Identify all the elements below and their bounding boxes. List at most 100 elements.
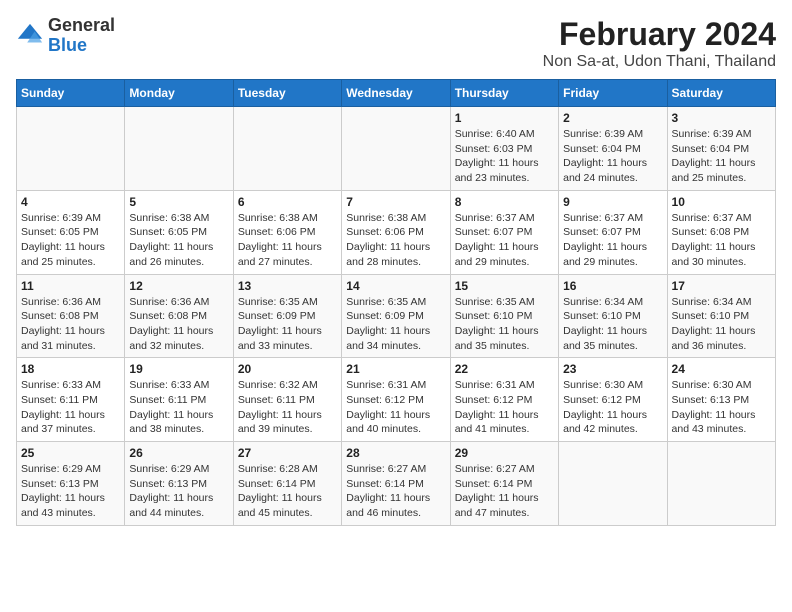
page-title: February 2024 [543, 16, 776, 53]
calendar-body: 1 Sunrise: 6:40 AM Sunset: 6:03 PM Daylig… [17, 107, 776, 526]
day-info: Sunrise: 6:37 AM Sunset: 6:08 PM Dayligh… [672, 211, 771, 270]
logo-blue-text: Blue [48, 35, 87, 55]
day-info: Sunrise: 6:35 AM Sunset: 6:10 PM Dayligh… [455, 295, 554, 354]
day-info: Sunrise: 6:39 AM Sunset: 6:05 PM Dayligh… [21, 211, 120, 270]
day-info: Sunrise: 6:37 AM Sunset: 6:07 PM Dayligh… [563, 211, 662, 270]
calendar-day-cell: 19 Sunrise: 6:33 AM Sunset: 6:11 PM Dayli… [125, 358, 233, 442]
page-subtitle: Non Sa-at, Udon Thani, Thailand [543, 53, 776, 71]
weekday-header-cell: Wednesday [342, 80, 450, 107]
calendar-week-row: 18 Sunrise: 6:33 AM Sunset: 6:11 PM Dayli… [17, 358, 776, 442]
calendar-day-cell [667, 442, 775, 526]
day-info: Sunrise: 6:30 AM Sunset: 6:12 PM Dayligh… [563, 378, 662, 437]
day-info: Sunrise: 6:27 AM Sunset: 6:14 PM Dayligh… [346, 462, 445, 521]
weekday-header-row: SundayMondayTuesdayWednesdayThursdayFrid… [17, 80, 776, 107]
day-info: Sunrise: 6:34 AM Sunset: 6:10 PM Dayligh… [563, 295, 662, 354]
weekday-header-cell: Saturday [667, 80, 775, 107]
calendar-day-cell: 15 Sunrise: 6:35 AM Sunset: 6:10 PM Dayli… [450, 274, 558, 358]
calendar-day-cell: 25 Sunrise: 6:29 AM Sunset: 6:13 PM Dayli… [17, 442, 125, 526]
calendar-day-cell: 9 Sunrise: 6:37 AM Sunset: 6:07 PM Daylig… [559, 190, 667, 274]
day-info: Sunrise: 6:37 AM Sunset: 6:07 PM Dayligh… [455, 211, 554, 270]
day-info: Sunrise: 6:36 AM Sunset: 6:08 PM Dayligh… [129, 295, 228, 354]
day-info: Sunrise: 6:32 AM Sunset: 6:11 PM Dayligh… [238, 378, 337, 437]
day-number: 8 [455, 195, 554, 209]
calendar-day-cell: 18 Sunrise: 6:33 AM Sunset: 6:11 PM Dayli… [17, 358, 125, 442]
day-number: 7 [346, 195, 445, 209]
calendar-day-cell: 14 Sunrise: 6:35 AM Sunset: 6:09 PM Dayli… [342, 274, 450, 358]
day-info: Sunrise: 6:39 AM Sunset: 6:04 PM Dayligh… [563, 127, 662, 186]
calendar-day-cell: 26Sunrise: 6:29 AM Sunset: 6:13 PM Dayli… [125, 442, 233, 526]
calendar-day-cell: 7 Sunrise: 6:38 AM Sunset: 6:06 PM Daylig… [342, 190, 450, 274]
logo: General Blue [16, 16, 115, 56]
day-info: Sunrise: 6:38 AM Sunset: 6:06 PM Dayligh… [238, 211, 337, 270]
day-number: 14 [346, 279, 445, 293]
day-info: Sunrise: 6:33 AM Sunset: 6:11 PM Dayligh… [129, 378, 228, 437]
calendar-day-cell: 21Sunrise: 6:31 AM Sunset: 6:12 PM Dayli… [342, 358, 450, 442]
calendar-day-cell: 20 Sunrise: 6:32 AM Sunset: 6:11 PM Dayli… [233, 358, 341, 442]
calendar-day-cell: 6 Sunrise: 6:38 AM Sunset: 6:06 PM Daylig… [233, 190, 341, 274]
weekday-header-cell: Sunday [17, 80, 125, 107]
calendar-week-row: 11 Sunrise: 6:36 AM Sunset: 6:08 PM Dayli… [17, 274, 776, 358]
day-number: 20 [238, 362, 337, 376]
day-info: Sunrise: 6:33 AM Sunset: 6:11 PM Dayligh… [21, 378, 120, 437]
calendar-day-cell: 16Sunrise: 6:34 AM Sunset: 6:10 PM Dayli… [559, 274, 667, 358]
day-number: 3 [672, 111, 771, 125]
day-info: Sunrise: 6:38 AM Sunset: 6:06 PM Dayligh… [346, 211, 445, 270]
calendar-day-cell: 22Sunrise: 6:31 AM Sunset: 6:12 PM Dayli… [450, 358, 558, 442]
day-info: Sunrise: 6:29 AM Sunset: 6:13 PM Dayligh… [21, 462, 120, 521]
day-number: 5 [129, 195, 228, 209]
page-header: General Blue February 2024 Non Sa-at, Ud… [16, 16, 776, 71]
day-number: 29 [455, 446, 554, 460]
day-info: Sunrise: 6:40 AM Sunset: 6:03 PM Dayligh… [455, 127, 554, 186]
calendar-day-cell: 1 Sunrise: 6:40 AM Sunset: 6:03 PM Daylig… [450, 107, 558, 191]
calendar-day-cell: 11 Sunrise: 6:36 AM Sunset: 6:08 PM Dayli… [17, 274, 125, 358]
weekday-header-cell: Thursday [450, 80, 558, 107]
logo-icon [16, 22, 44, 50]
calendar-day-cell: 3 Sunrise: 6:39 AM Sunset: 6:04 PM Daylig… [667, 107, 775, 191]
calendar-day-cell: 23 Sunrise: 6:30 AM Sunset: 6:12 PM Dayli… [559, 358, 667, 442]
calendar-day-cell: 17 Sunrise: 6:34 AM Sunset: 6:10 PM Dayli… [667, 274, 775, 358]
day-number: 19 [129, 362, 228, 376]
calendar-day-cell [559, 442, 667, 526]
weekday-header-cell: Monday [125, 80, 233, 107]
day-number: 15 [455, 279, 554, 293]
calendar-day-cell: 24Sunrise: 6:30 AM Sunset: 6:13 PM Dayli… [667, 358, 775, 442]
day-info: Sunrise: 6:39 AM Sunset: 6:04 PM Dayligh… [672, 127, 771, 186]
calendar-day-cell: 13Sunrise: 6:35 AM Sunset: 6:09 PM Dayli… [233, 274, 341, 358]
day-number: 2 [563, 111, 662, 125]
calendar-day-cell: 29Sunrise: 6:27 AM Sunset: 6:14 PM Dayli… [450, 442, 558, 526]
weekday-header-cell: Friday [559, 80, 667, 107]
calendar-header: SundayMondayTuesdayWednesdayThursdayFrid… [17, 80, 776, 107]
day-number: 22 [455, 362, 554, 376]
calendar-week-row: 4 Sunrise: 6:39 AM Sunset: 6:05 PM Daylig… [17, 190, 776, 274]
day-number: 1 [455, 111, 554, 125]
day-number: 11 [21, 279, 120, 293]
calendar-day-cell: 8 Sunrise: 6:37 AM Sunset: 6:07 PM Daylig… [450, 190, 558, 274]
title-block: February 2024 Non Sa-at, Udon Thani, Tha… [543, 16, 776, 71]
day-number: 4 [21, 195, 120, 209]
day-number: 26 [129, 446, 228, 460]
logo-general-text: General [48, 15, 115, 35]
day-number: 17 [672, 279, 771, 293]
day-info: Sunrise: 6:30 AM Sunset: 6:13 PM Dayligh… [672, 378, 771, 437]
calendar-day-cell [342, 107, 450, 191]
calendar-day-cell [17, 107, 125, 191]
day-number: 9 [563, 195, 662, 209]
day-info: Sunrise: 6:36 AM Sunset: 6:08 PM Dayligh… [21, 295, 120, 354]
day-info: Sunrise: 6:34 AM Sunset: 6:10 PM Dayligh… [672, 295, 771, 354]
day-info: Sunrise: 6:28 AM Sunset: 6:14 PM Dayligh… [238, 462, 337, 521]
calendar-day-cell: 12Sunrise: 6:36 AM Sunset: 6:08 PM Dayli… [125, 274, 233, 358]
day-info: Sunrise: 6:31 AM Sunset: 6:12 PM Dayligh… [346, 378, 445, 437]
calendar-day-cell: 10 Sunrise: 6:37 AM Sunset: 6:08 PM Dayli… [667, 190, 775, 274]
day-info: Sunrise: 6:35 AM Sunset: 6:09 PM Dayligh… [238, 295, 337, 354]
day-info: Sunrise: 6:38 AM Sunset: 6:05 PM Dayligh… [129, 211, 228, 270]
day-number: 25 [21, 446, 120, 460]
calendar-week-row: 25 Sunrise: 6:29 AM Sunset: 6:13 PM Dayli… [17, 442, 776, 526]
day-number: 10 [672, 195, 771, 209]
day-number: 6 [238, 195, 337, 209]
day-number: 18 [21, 362, 120, 376]
day-number: 23 [563, 362, 662, 376]
day-info: Sunrise: 6:35 AM Sunset: 6:09 PM Dayligh… [346, 295, 445, 354]
weekday-header-cell: Tuesday [233, 80, 341, 107]
calendar-day-cell [233, 107, 341, 191]
calendar-table: SundayMondayTuesdayWednesdayThursdayFrid… [16, 79, 776, 526]
